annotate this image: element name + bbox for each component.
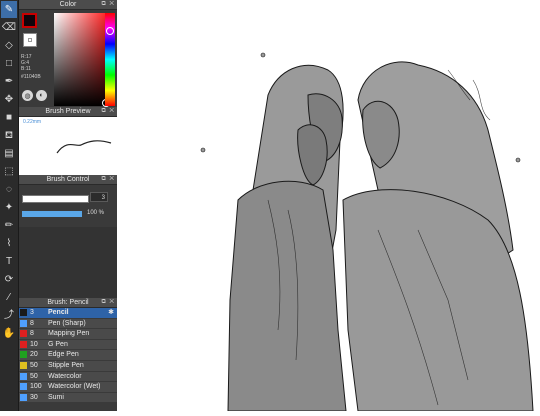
brush-item[interactable]: 3 Pencil ✱: [19, 308, 117, 319]
brush-size: 50: [30, 361, 38, 369]
fill-icon[interactable]: ■: [1, 109, 17, 126]
brush-color-swatch: [20, 330, 27, 338]
brush-preview-header[interactable]: Brush Preview ⧉ ✕: [19, 107, 117, 117]
brush-name: G Pen: [48, 340, 68, 348]
hand-icon[interactable]: ✋: [1, 325, 17, 342]
brush-name: Pen (Sharp): [48, 319, 86, 327]
brush-size-slider[interactable]: [22, 195, 89, 203]
brush-control-title: Brush Control: [46, 176, 90, 183]
brush-name: Watercolor (Wet): [48, 383, 101, 391]
magic-wand-icon[interactable]: ✦: [1, 199, 17, 216]
eraser-icon[interactable]: ◇: [1, 37, 17, 54]
panel-window-buttons[interactable]: ⧉ ✕: [101, 0, 115, 9]
brush-control: 3 100 %: [19, 185, 117, 227]
brush-color-swatch: [20, 361, 27, 369]
brush-color-swatch: [20, 383, 27, 391]
brush-item[interactable]: 100 Watercolor (Wet): [19, 382, 117, 393]
brush-name: Mapping Pen: [48, 330, 90, 338]
opacity-value: 100 %: [87, 210, 105, 216]
side-panels: Color ⧉ ✕ R:17 G:4 B:11 #11040B ◍ ◐ Brus…: [19, 0, 129, 411]
brush-item[interactable]: 30 Sumi: [19, 392, 117, 404]
brush-size: 30: [30, 393, 38, 401]
brush-preview-title: Brush Preview: [45, 108, 91, 115]
blue-value: B:11: [21, 66, 31, 72]
brush-item[interactable]: 50 Stipple Pen: [19, 360, 117, 372]
select-icon[interactable]: □: [1, 55, 17, 72]
brush-name: Pencil: [48, 309, 69, 316]
background-color-swatch[interactable]: [23, 33, 37, 47]
brush-color-swatch: [20, 393, 27, 401]
palette-icon[interactable]: ◍: [22, 90, 33, 101]
foreground-color-swatch[interactable]: [22, 13, 37, 28]
hue-cursor[interactable]: [106, 27, 114, 35]
brush-name: Watercolor: [48, 372, 82, 380]
brush-item[interactable]: 8 Pen (Sharp): [19, 318, 117, 330]
brush-color-swatch: [20, 372, 27, 380]
gradient-icon[interactable]: ▤: [1, 145, 17, 162]
brush-item[interactable]: 50 Watercolor: [19, 371, 117, 383]
brush-color-swatch: [20, 351, 27, 359]
color-panel-header[interactable]: Color ⧉ ✕: [19, 0, 117, 10]
opacity-slider[interactable]: [22, 211, 82, 217]
brush-color-swatch: [20, 340, 27, 348]
transparent-toggle-icon[interactable]: [28, 38, 32, 42]
brush-name: Edge Pen: [48, 351, 79, 359]
eraser-icon[interactable]: ⌫: [1, 19, 17, 36]
lasso-icon[interactable]: ◌: [1, 181, 17, 198]
pen-nib-icon[interactable]: ✒: [1, 73, 17, 90]
panel-window-buttons[interactable]: ⧉ ✕: [101, 107, 115, 116]
color-panel-title: Color: [59, 1, 77, 8]
eyedropper-icon[interactable]: ⁄: [1, 289, 17, 306]
brush-select-icon[interactable]: ⌇: [1, 235, 17, 252]
brush-preview: 0.22mm: [19, 117, 117, 175]
brush-item[interactable]: 8 Mapping Pen: [19, 329, 117, 340]
brush-size: 20: [30, 351, 38, 359]
brush-size: 50: [30, 372, 38, 380]
brush-size: 10: [30, 340, 38, 348]
pen-icon[interactable]: ✎: [1, 1, 17, 18]
brush-name: Sumi: [48, 393, 64, 401]
panel-window-buttons[interactable]: ⧉ ✕: [101, 298, 115, 307]
brush-settings-icon[interactable]: ✱: [108, 308, 114, 318]
brush-name: Stipple Pen: [48, 361, 84, 369]
brush-item[interactable]: 10 G Pen: [19, 339, 117, 351]
text-icon[interactable]: T: [1, 253, 17, 270]
drawing-canvas[interactable]: [118, 0, 540, 412]
brush-panel-header[interactable]: Brush: Pencil ⧉ ✕: [19, 298, 117, 308]
brush-size: 8: [30, 319, 34, 327]
brush-stroke-sample: [56, 140, 112, 154]
color-wheel-icon[interactable]: ◐: [36, 90, 47, 101]
brush-color-swatch: [20, 319, 27, 327]
brush-size: 100: [30, 383, 42, 391]
brush-list: 3 Pencil ✱ 8 Pen (Sharp) 8 Mapping Pen 10 G Pen 2…: [19, 308, 117, 404]
color-picker-buttons: ◍ ◐: [22, 90, 47, 101]
brush-size-input[interactable]: 3: [90, 192, 108, 202]
color-panel: R:17 G:4 B:11 #11040B ◍ ◐: [19, 10, 117, 107]
tool-bar: ✎ ⌫ ◇ □ ✒ ✥ ■ ⛾ ▤ ⬚ ◌ ✦ ✏ ⌇ T ⟳ ⁄ ⤴ ✋: [0, 0, 19, 411]
panel-window-buttons[interactable]: ⧉ ✕: [101, 175, 115, 184]
brush-size: 8: [30, 330, 34, 338]
brush-panel-title: Brush: Pencil: [47, 299, 89, 306]
pencil-select-icon[interactable]: ✏: [1, 217, 17, 234]
bucket-icon[interactable]: ⛾: [1, 127, 17, 144]
rgb-readout: R:17 G:4 B:11: [21, 54, 32, 72]
artwork: [200, 52, 534, 412]
hue-slider[interactable]: [105, 13, 115, 106]
move-icon[interactable]: ✥: [1, 91, 17, 108]
marquee-icon[interactable]: ⬚: [1, 163, 17, 180]
panel-spacer: [19, 227, 117, 298]
brush-item[interactable]: 20 Edge Pen: [19, 350, 117, 361]
wand-icon[interactable]: ⤴: [1, 307, 17, 324]
brush-color-swatch: [20, 309, 27, 316]
brush-control-header[interactable]: Brush Control ⧉ ✕: [19, 175, 117, 185]
brush-size: 3: [30, 309, 34, 316]
rotate-icon[interactable]: ⟳: [1, 271, 17, 288]
hex-value: #11040B: [21, 74, 41, 80]
